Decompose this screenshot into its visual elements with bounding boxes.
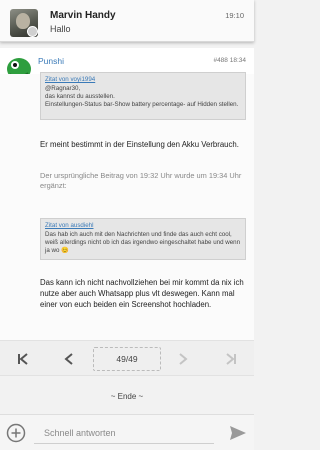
add-icon[interactable] (6, 423, 26, 443)
quote-box: Zitat von ausdiehl Das hab ich auch mit … (40, 218, 246, 260)
notification-sender: Marvin Handy (50, 10, 116, 21)
last-page-button[interactable] (216, 341, 246, 377)
post-username[interactable]: Punshi (38, 56, 64, 66)
notification-banner[interactable]: Marvin Handy Hallo 19:10 (0, 0, 254, 42)
quote-author-link[interactable]: Zitat von ausdiehl (45, 222, 241, 230)
first-page-button[interactable] (8, 341, 38, 377)
edit-note: Der ursprüngliche Beitrag von 19:32 Uhr … (40, 171, 242, 190)
next-page-icon (179, 353, 188, 365)
quote-line: @Ragnar30, (45, 85, 81, 92)
post-text: Das kann ich nicht nachvollziehen bei mi… (40, 278, 244, 309)
quick-reply-bar (0, 414, 254, 450)
post-meta: #488 18:34 (213, 57, 246, 64)
quote-line: das kannst du ausstellen. (45, 93, 115, 100)
pagination-bar: 49/49 (0, 340, 254, 376)
notification-time: 19:10 (225, 11, 244, 20)
quote-box: Zitat von voyi1994 @Ragnar30, das kannst… (40, 72, 246, 120)
send-icon[interactable] (228, 423, 248, 443)
post-header: Punshi #488 18:34 (0, 48, 254, 80)
prev-page-icon (64, 353, 73, 365)
quote-line: Das hab ich auch mit den Nachrichten und… (45, 231, 241, 254)
quick-reply-input[interactable] (34, 422, 214, 443)
thread-end-label: ~ Ende ~ (110, 392, 144, 401)
quick-reply-field (34, 422, 214, 444)
whatsapp-icon (27, 26, 38, 37)
prev-page-button[interactable] (54, 341, 84, 377)
notification-message: Hallo (50, 24, 71, 34)
contact-avatar (10, 9, 38, 37)
quote-author-link[interactable]: Zitat von voyi1994 (45, 76, 241, 84)
last-page-icon (226, 353, 236, 365)
next-page-button[interactable] (168, 341, 198, 377)
page-indicator[interactable]: 49/49 (93, 347, 161, 371)
first-page-icon (18, 353, 28, 365)
post-text: Er meint bestimmt in der Einstellung den… (40, 140, 239, 149)
quote-line: Einstellungen-Status bar-Show battery pe… (45, 101, 239, 108)
